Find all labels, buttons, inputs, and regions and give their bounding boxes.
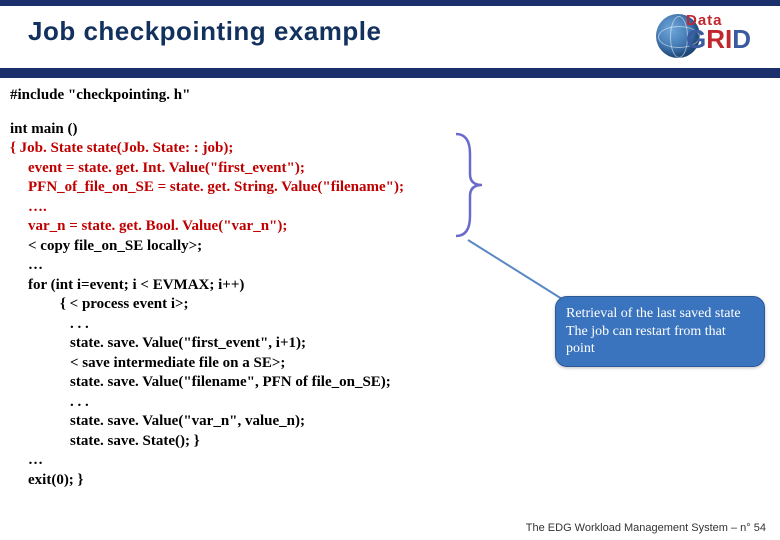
code-line: …. <box>10 198 770 218</box>
logo-text: Data GRID <box>686 10 751 51</box>
footer: The EDG Workload Management System – n° … <box>526 522 766 534</box>
code-line: … <box>10 256 770 276</box>
code-line: for (int i=event; i < EVMAX; i++) <box>10 276 770 296</box>
code-line: state. save. Value("var_n", value_n); <box>10 412 770 432</box>
datagrid-logo: Data GRID <box>652 12 762 62</box>
code-line: PFN_of_file_on_SE = state. get. String. … <box>10 178 770 198</box>
callout-text: Retrieval of the last saved state The jo… <box>566 306 741 356</box>
header: Job checkpointing example Data GRID <box>0 6 780 68</box>
page-number: 54 <box>754 522 766 534</box>
code-line: var_n = state. get. Bool. Value("var_n")… <box>10 217 770 237</box>
code-line: < copy file_on_SE locally>; <box>10 237 770 257</box>
code-line: { Job. State state(Job. State: : job); <box>10 139 770 159</box>
code-line: event = state. get. Int. Value("first_ev… <box>10 159 770 179</box>
code-line: … <box>10 451 770 471</box>
code-line: #include "checkpointing. h" <box>10 86 770 106</box>
code-line: state. save. Value("filename", PFN of fi… <box>10 373 770 393</box>
logo-bottom: GRID <box>686 24 751 54</box>
code-block: #include "checkpointing. h" int main () … <box>0 78 780 490</box>
callout-box: Retrieval of the last saved state The jo… <box>555 296 765 367</box>
code-line: . . . <box>10 393 770 413</box>
slide-title: Job checkpointing example <box>28 16 381 47</box>
code-line: exit(0); } <box>10 471 770 491</box>
footer-text: The EDG Workload Management System – n° <box>526 522 751 534</box>
code-line: state. save. State(); } <box>10 432 770 452</box>
code-line: int main () <box>10 120 770 140</box>
header-rule <box>0 68 780 78</box>
